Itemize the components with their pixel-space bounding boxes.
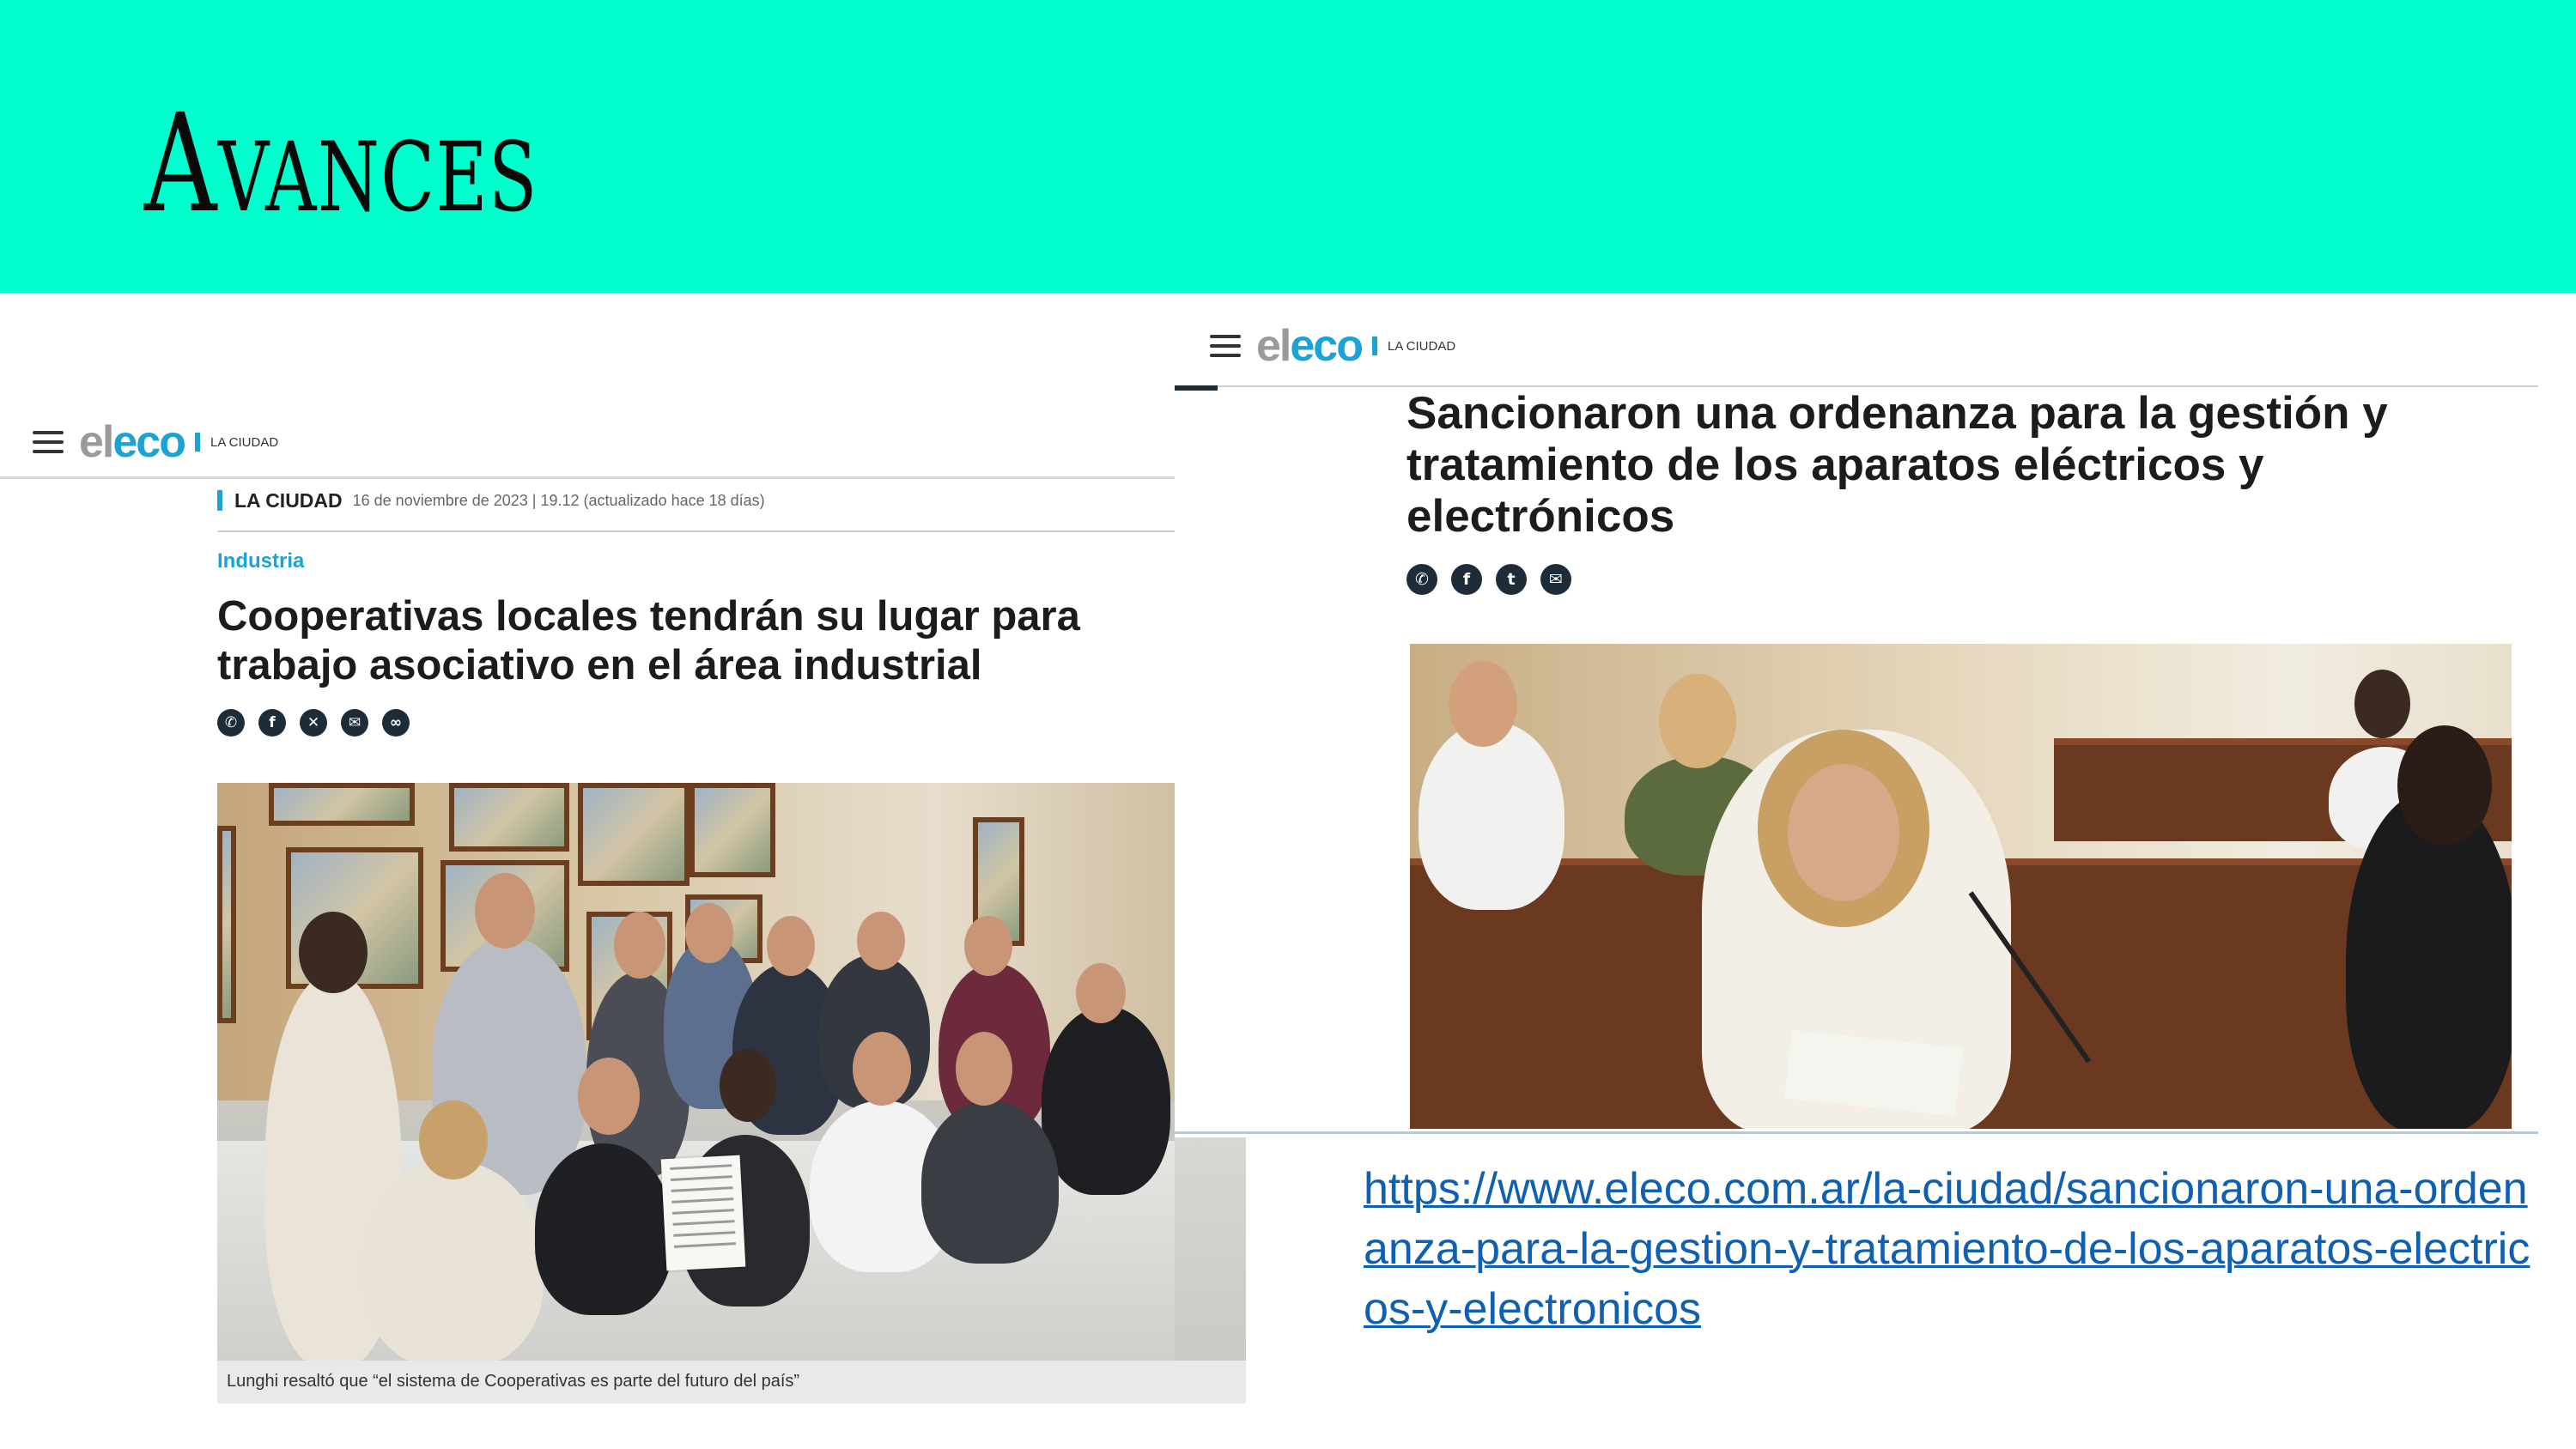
whatsapp-icon[interactable]: ✆ [1406, 564, 1437, 595]
section-tag[interactable]: LA CIUDAD [210, 435, 278, 450]
article-photo [1410, 644, 2512, 1129]
logo-el: el [1256, 321, 1291, 371]
header-divider-accent [1175, 385, 1218, 391]
logo-eco: eco [112, 417, 186, 467]
article-headline: Sancionaron una ordenanza para la gestió… [1406, 388, 2388, 542]
share-bar: ✆ f t ✉ [1406, 564, 1585, 595]
email-icon[interactable]: ✉ [341, 709, 368, 737]
slide-title: Avances [144, 85, 538, 243]
facebook-icon[interactable]: f [1451, 564, 1482, 595]
eleco-logo[interactable]: eleco [1256, 320, 1364, 372]
whatsapp-icon[interactable]: ✆ [217, 709, 245, 737]
article-meta: LA CIUDAD 16 de noviembre de 2023 | 19.1… [217, 488, 765, 513]
hamburger-menu-icon[interactable] [33, 431, 64, 453]
header-divider [0, 476, 1175, 479]
photo-edge [1175, 1137, 1246, 1361]
x-icon[interactable]: ✕ [300, 709, 327, 737]
meta-date: 16 de noviembre de 2023 | 19.12 (actuali… [352, 491, 765, 509]
email-icon[interactable]: ✉ [1540, 564, 1571, 595]
facebook-icon[interactable]: f [258, 709, 286, 737]
photo-caption: Lunghi resaltó que “el sistema de Cooper… [227, 1372, 800, 1391]
logo-divider [194, 433, 200, 452]
logo-el: el [79, 417, 114, 467]
twitter-icon[interactable]: t [1496, 564, 1527, 595]
section-tag[interactable]: LA CIUDAD [1388, 339, 1455, 354]
header-divider [1175, 385, 2538, 387]
photo-divider [1175, 1131, 2538, 1134]
link-icon[interactable]: ∞ [382, 709, 410, 737]
logo-divider [1371, 336, 1377, 355]
right-site-header: eleco LA CIUDAD [1210, 321, 1455, 371]
meta-divider [217, 530, 1175, 532]
left-site-header: eleco LA CIUDAD [33, 417, 278, 467]
meta-section[interactable]: LA CIUDAD [234, 489, 343, 512]
signed-document [660, 1155, 746, 1271]
article-category[interactable]: Industria [217, 549, 304, 573]
hamburger-menu-icon[interactable] [1210, 335, 1241, 357]
eleco-logo[interactable]: eleco [79, 416, 186, 468]
logo-eco: eco [1290, 321, 1364, 371]
article-url-link[interactable]: https://www.eleco.com.ar/la-ciudad/sanci… [1364, 1159, 2531, 1339]
meta-accent-bar [217, 490, 222, 511]
article-photo [217, 783, 1175, 1361]
article-headline: Cooperativas locales tendrán su lugar pa… [217, 593, 1080, 688]
share-bar: ✆ f ✕ ✉ ∞ [217, 709, 423, 737]
